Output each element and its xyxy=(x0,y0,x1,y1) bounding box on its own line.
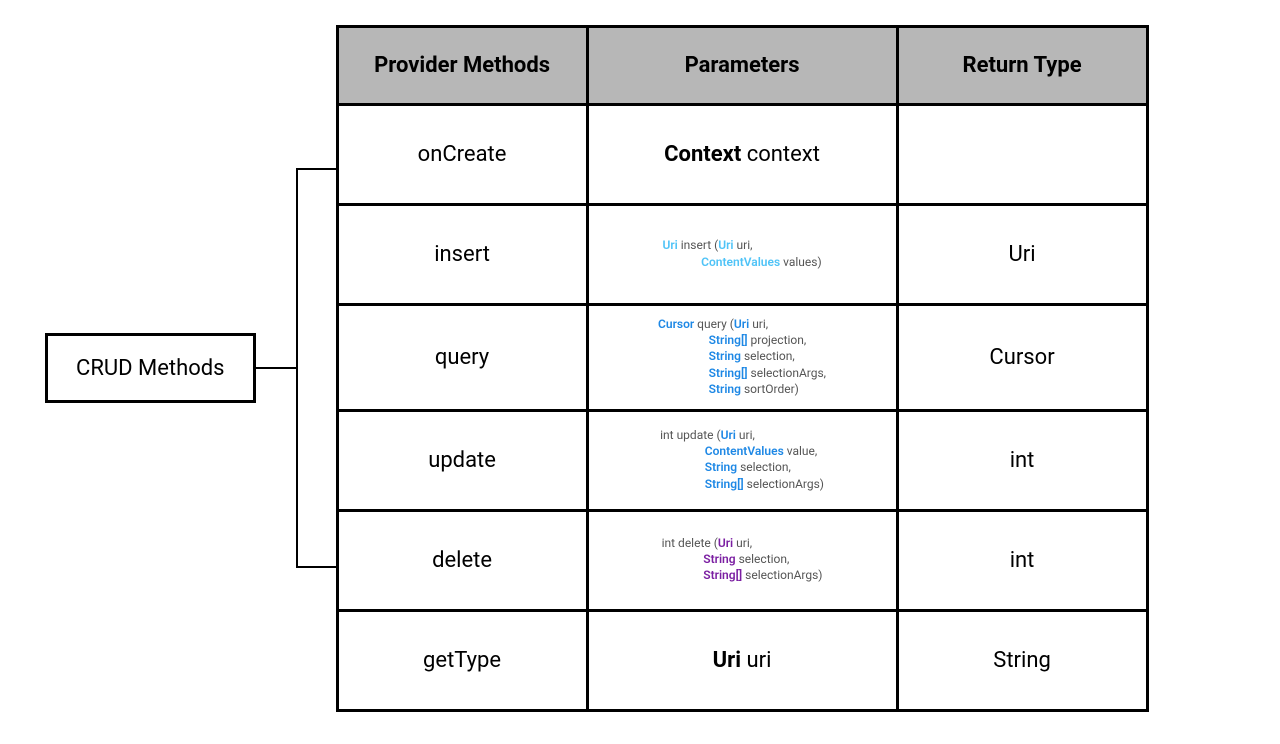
method-name: delete xyxy=(337,510,587,610)
header-return-type: Return Type xyxy=(897,27,1147,105)
table-row: insert Uri insert (Uri uri, ContentValue… xyxy=(337,205,1147,305)
method-name: onCreate xyxy=(337,105,587,205)
table-row: update int update (Uri uri, ContentValue… xyxy=(337,410,1147,510)
param-type: Context xyxy=(664,142,741,167)
crud-methods-label: CRUD Methods xyxy=(76,356,225,381)
provider-methods-table: Provider Methods Parameters Return Type … xyxy=(336,25,1149,712)
method-params: Uri uri xyxy=(587,610,897,710)
bracket-connector xyxy=(256,168,336,568)
signature-delete: int delete (Uri uri, String selection, S… xyxy=(662,535,823,584)
method-return: int xyxy=(897,510,1147,610)
method-name: update xyxy=(337,410,587,510)
method-name: getType xyxy=(337,610,587,710)
method-return: Uri xyxy=(897,205,1147,305)
table-row: query Cursor query (Uri uri, String[] pr… xyxy=(337,305,1147,411)
param-name: uri xyxy=(741,648,771,673)
param-type: Uri xyxy=(713,648,741,673)
table-row: delete int delete (Uri uri, String selec… xyxy=(337,510,1147,610)
param-name: context xyxy=(741,142,820,167)
diagram-root: CRUD Methods Provider Methods Parameters… xyxy=(45,25,1149,712)
method-params: int delete (Uri uri, String selection, S… xyxy=(587,510,897,610)
method-name: query xyxy=(337,305,587,411)
method-params: Cursor query (Uri uri, String[] projecti… xyxy=(587,305,897,411)
method-params: Uri insert (Uri uri, ContentValues value… xyxy=(587,205,897,305)
header-provider-methods: Provider Methods xyxy=(337,27,587,105)
signature-update: int update (Uri uri, ContentValues value… xyxy=(660,427,824,492)
crud-methods-label-box: CRUD Methods xyxy=(45,333,256,403)
method-return: String xyxy=(897,610,1147,710)
table-row: onCreate Context context xyxy=(337,105,1147,205)
header-parameters: Parameters xyxy=(587,27,897,105)
method-params: Context context xyxy=(587,105,897,205)
table-header-row: Provider Methods Parameters Return Type xyxy=(337,27,1147,105)
signature-query: Cursor query (Uri uri, String[] projecti… xyxy=(658,316,826,397)
method-name: insert xyxy=(337,205,587,305)
signature-insert: Uri insert (Uri uri, ContentValues value… xyxy=(662,237,821,269)
method-return: int xyxy=(897,410,1147,510)
method-params: int update (Uri uri, ContentValues value… xyxy=(587,410,897,510)
table-row: getType Uri uri String xyxy=(337,610,1147,710)
method-return xyxy=(897,105,1147,205)
method-return: Cursor xyxy=(897,305,1147,411)
